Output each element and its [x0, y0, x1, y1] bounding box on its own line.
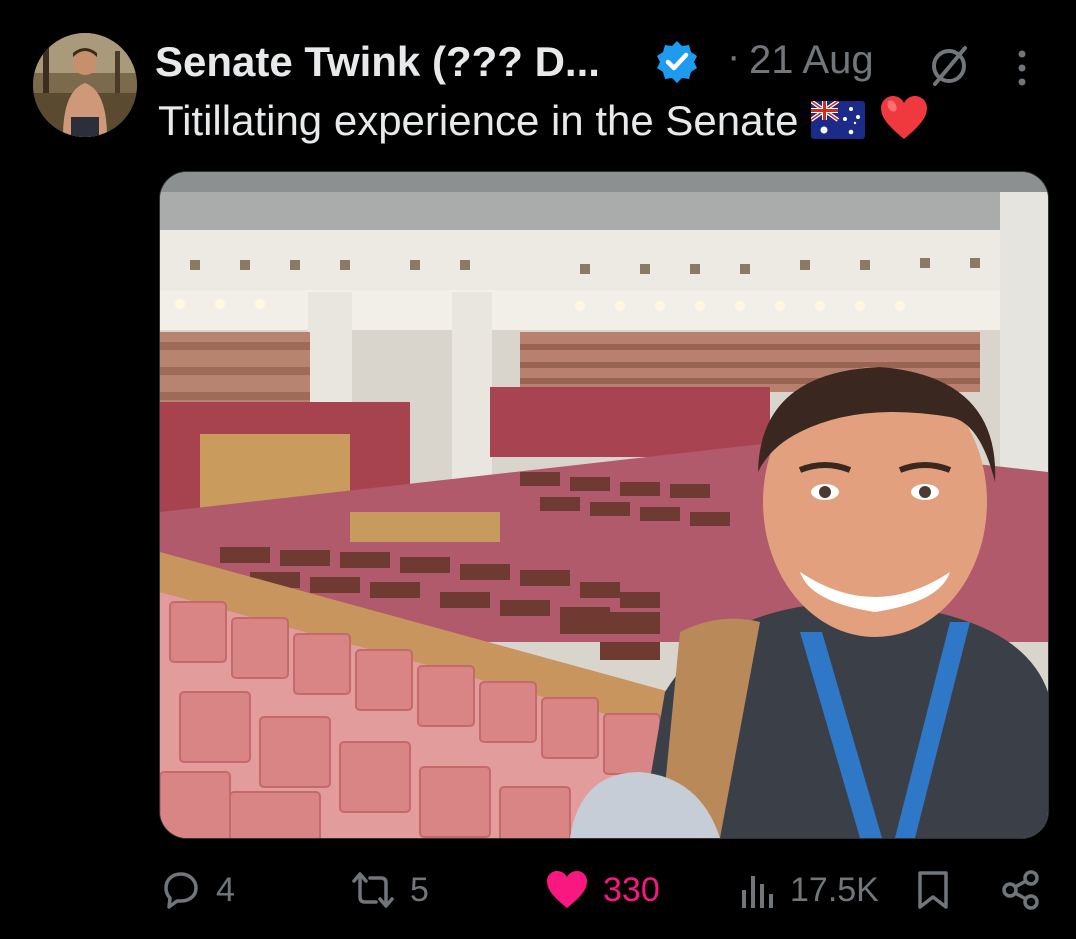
- heart-filled-icon: [547, 871, 587, 908]
- views-button[interactable]: 17.5K: [740, 855, 879, 925]
- view-count: 17.5K: [790, 870, 879, 909]
- author-name[interactable]: Senate Twink (??? D...: [155, 38, 600, 86]
- separator-dot: ·: [727, 34, 741, 78]
- author-avatar[interactable]: [33, 33, 137, 137]
- red-heart-icon: [879, 95, 929, 141]
- like-button[interactable]: 330: [545, 855, 660, 925]
- australia-flag-icon: [809, 99, 865, 139]
- tweet-date[interactable]: 21 Aug: [749, 38, 874, 83]
- bookmark-icon: [918, 871, 948, 909]
- bookmark-button[interactable]: [915, 855, 965, 925]
- tweet-header: Senate Twink (??? D... · 21 Aug: [155, 30, 1060, 94]
- share-button[interactable]: [1000, 855, 1056, 925]
- verified-badge-icon: [653, 38, 701, 86]
- analytics-icon: [742, 876, 773, 908]
- reply-button[interactable]: 4: [160, 855, 235, 925]
- reply-count: 4: [216, 870, 235, 909]
- share-icon: [1002, 870, 1039, 910]
- reply-icon: [164, 872, 198, 909]
- retweet-icon: [352, 872, 394, 908]
- retweet-button[interactable]: 5: [350, 855, 429, 925]
- more-options-icon[interactable]: [1010, 46, 1034, 90]
- retweet-count: 5: [410, 870, 429, 909]
- tweet-actions: 4 5 330 17.5K: [0, 855, 1076, 925]
- tweet-media-image[interactable]: [159, 171, 1049, 839]
- like-count: 330: [603, 870, 660, 909]
- tweet-text: Titillating experience in the Senate: [158, 95, 929, 145]
- tweet-text-body: Titillating experience in the Senate: [158, 97, 799, 144]
- grok-icon[interactable]: [925, 42, 973, 90]
